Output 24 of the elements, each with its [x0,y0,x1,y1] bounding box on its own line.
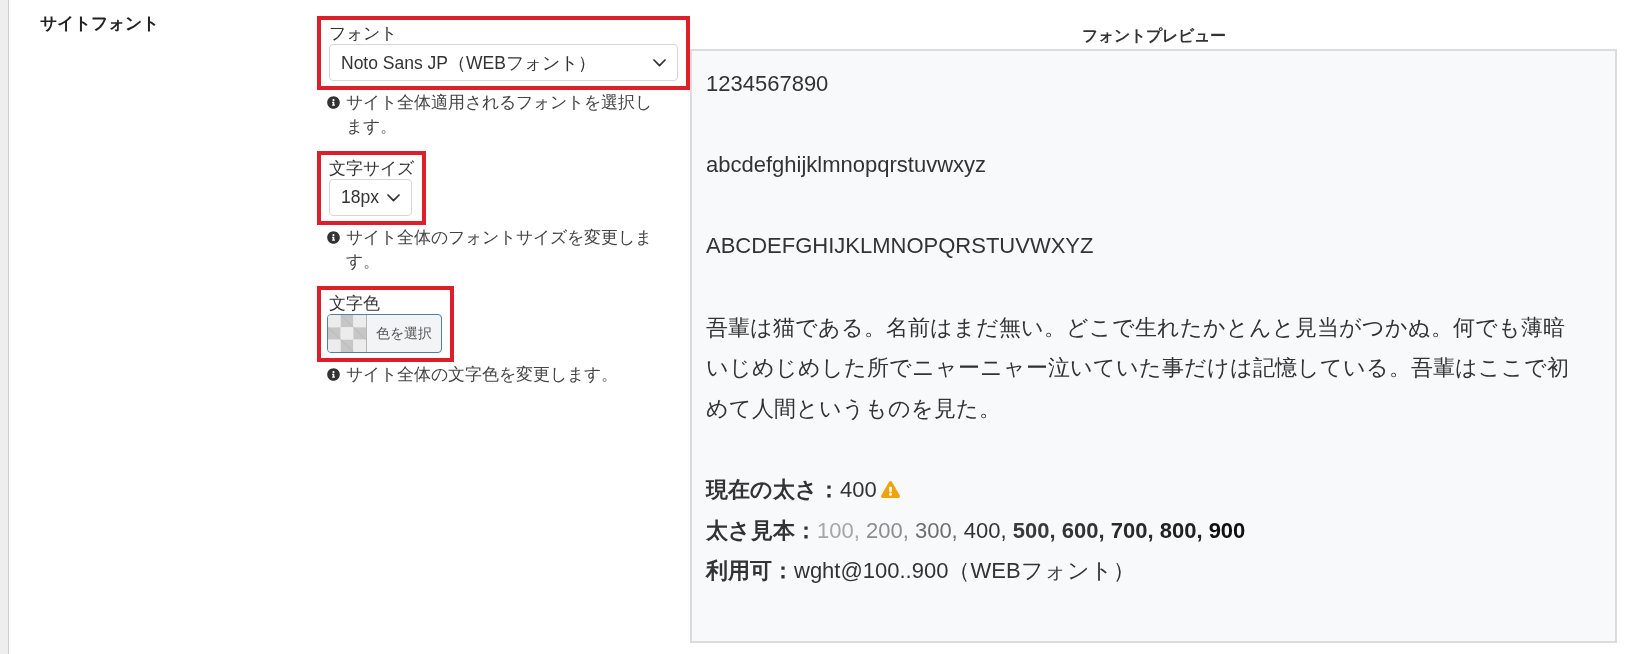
info-icon [327,231,340,244]
checkered-swatch-icon [328,315,367,352]
field-label: フォント [329,23,397,44]
preview-title: フォントプレビュー [1081,26,1226,46]
weight-samples-text: 太さ見本：100, 200, 300, 400, 500, 600, 700, 800, 900 [706,517,1246,543]
help-text: サイト全体のフォントサイズを変更します。 [346,226,653,273]
info-icon [327,96,340,109]
preview-sample-text: 1234567890 [706,70,829,98]
help-text: サイト全体の文字色を変更します。 [346,363,619,386]
preview-sample-text: 吾輩は猫である。名前はまだ無い。どこで生れたかとんと見当がつかぬ。何でも薄暗いじめじめした所でニャーニャー泣いていた事だけは記憶している。吾輩はここで初めて人間というものを見た。 [706,313,1570,423]
font-detail-text: 利用可：wght@100..900（WEBフォント） [706,558,1135,584]
chevron-down-icon [653,58,666,67]
preview-sample-text: ABCDEFGHIJKLMNOPQRSTUVWXYZ [706,232,1094,261]
select-dropdown[interactable]: 18px [329,179,412,216]
chevron-down-icon [386,193,400,202]
section-title: サイトフォント [40,13,159,35]
field-label: 文字サイズ [329,158,414,179]
select-dropdown[interactable]: Noto Sans JP（WEBフォント） [329,44,678,81]
info-icon [327,368,340,381]
help-text: サイト全体適用されるフォントを選択します。 [346,91,653,138]
color-picker-button[interactable]: 色を選択 [327,314,442,353]
field-label: 文字色 [329,293,380,314]
font-detail-text: 現在の太さ：400 [706,476,877,502]
preview-sample-text: abcdefghijklmnopqrstuvwxyz [706,151,987,180]
